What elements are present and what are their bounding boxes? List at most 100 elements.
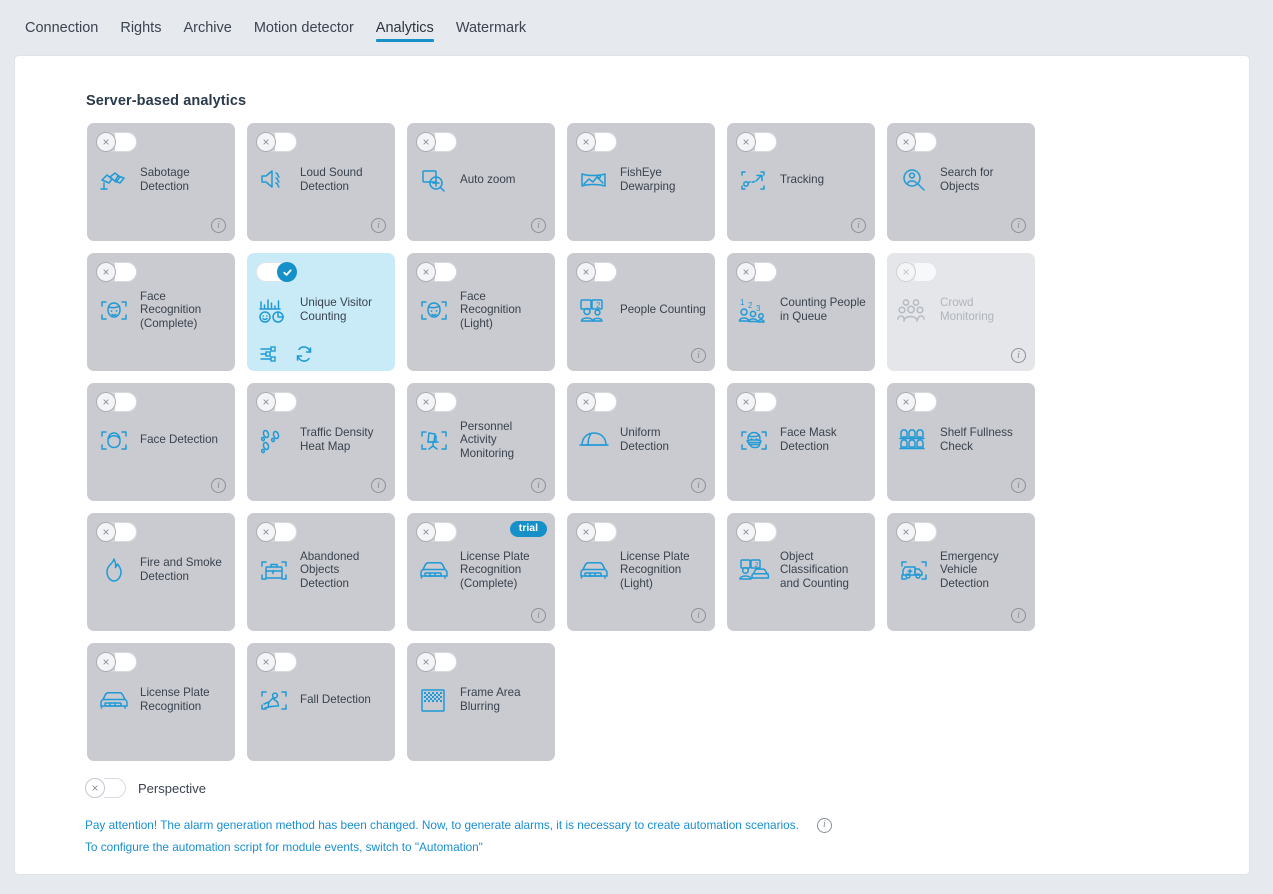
module-toggle-tracking[interactable] (736, 132, 777, 152)
toggle-track (755, 522, 777, 542)
tab-analytics[interactable]: Analytics (365, 20, 445, 48)
info-icon[interactable]: i (1011, 348, 1026, 363)
module-card-object-classification-and-counting[interactable]: 2 Object Classification and Counting (727, 513, 875, 631)
module-toggle-traffic-density-heat-map[interactable] (256, 392, 297, 412)
module-toggle-crowd-monitoring[interactable] (896, 262, 937, 282)
module-card-body: Auto zoom (416, 157, 549, 203)
refresh-icon[interactable] (294, 344, 314, 364)
info-icon[interactable]: i (851, 218, 866, 233)
info-icon[interactable]: i (691, 348, 706, 363)
module-card-shelf-fullness-check[interactable]: Shelf Fullness Check i (887, 383, 1035, 501)
info-icon[interactable]: i (816, 817, 832, 833)
module-toggle-face-recognition-complete[interactable] (96, 262, 137, 282)
module-toggle-uniform-detection[interactable] (576, 392, 617, 412)
info-icon[interactable]: i (531, 608, 546, 623)
module-card-loud-sound-detection[interactable]: Loud Sound Detection i (247, 123, 395, 241)
toggle-knob (576, 522, 596, 542)
module-card-unique-visitor-counting[interactable]: Unique Visitor Counting (247, 253, 395, 371)
module-card-auto-zoom[interactable]: Auto zoom i (407, 123, 555, 241)
toggle-knob (896, 522, 916, 542)
module-toggle-people-counting[interactable] (576, 262, 617, 282)
module-card-label: Loud Sound Detection (300, 166, 363, 193)
module-card-face-mask-detection[interactable]: Face Mask Detection (727, 383, 875, 501)
info-icon[interactable]: i (211, 218, 226, 233)
info-icon[interactable]: i (531, 478, 546, 493)
module-card-label: License Plate Recognition (Light) (620, 549, 690, 590)
module-toggle-face-mask-detection[interactable] (736, 392, 777, 412)
module-card-body: FishEye Dewarping (576, 157, 709, 203)
info-icon[interactable]: i (211, 478, 226, 493)
module-card-body: Uniform Detection (576, 417, 709, 463)
tab-archive[interactable]: Archive (172, 20, 242, 48)
module-card-license-plate-recognition[interactable]: License Plate Recognition (87, 643, 235, 761)
face-recognition-icon (416, 291, 452, 329)
module-toggle-license-plate-recognition-light[interactable] (576, 522, 617, 542)
module-toggle-emergency-vehicle-detection[interactable] (896, 522, 937, 542)
toggle-track (115, 652, 137, 672)
info-icon[interactable]: i (1011, 478, 1026, 493)
module-toggle-counting-people-in-queue[interactable] (736, 262, 777, 282)
module-toggle-shelf-fullness-check[interactable] (896, 392, 937, 412)
module-card-fall-detection[interactable]: Fall Detection (247, 643, 395, 761)
module-toggle-object-classification-and-counting[interactable] (736, 522, 777, 542)
module-card-frame-area-blurring[interactable]: Frame Area Blurring (407, 643, 555, 761)
tab-watermark[interactable]: Watermark (445, 20, 537, 48)
module-card-fisheye-dewarping[interactable]: FishEye Dewarping (567, 123, 715, 241)
module-toggle-abandoned-objects-detection[interactable] (256, 522, 297, 542)
info-icon[interactable]: i (531, 218, 546, 233)
module-card-tracking[interactable]: Tracking i (727, 123, 875, 241)
module-toggle-sabotage-detection[interactable] (96, 132, 137, 152)
module-card-uniform-detection[interactable]: Uniform Detection i (567, 383, 715, 501)
license-plate-icon (416, 551, 452, 589)
module-toggle-personnel-activity-monitoring[interactable] (416, 392, 457, 412)
module-card-search-for-objects[interactable]: Search for Objects i (887, 123, 1035, 241)
frame-blurring-icon (416, 681, 452, 719)
module-card-face-recognition-complete[interactable]: Face Recognition (Complete) (87, 253, 235, 371)
module-card-personnel-activity-monitoring[interactable]: Personnel Activity Monitoring i (407, 383, 555, 501)
info-icon[interactable]: i (691, 608, 706, 623)
module-card-fire-and-smoke-detection[interactable]: Fire and Smoke Detection (87, 513, 235, 631)
module-toggle-unique-visitor-counting[interactable] (256, 262, 297, 282)
module-toggle-loud-sound-detection[interactable] (256, 132, 297, 152)
module-card-label: People Counting (620, 303, 706, 317)
module-card-people-counting[interactable]: 2 People Counting i (567, 253, 715, 371)
perspective-row[interactable]: Perspective (85, 778, 206, 798)
tab-connection[interactable]: Connection (14, 20, 109, 48)
module-card-label: Traffic Density Heat Map (300, 426, 374, 453)
module-card-license-plate-recognition-light[interactable]: License Plate Recognition (Light) i (567, 513, 715, 631)
info-icon[interactable]: i (1011, 608, 1026, 623)
info-icon[interactable]: i (371, 218, 386, 233)
perspective-toggle[interactable] (85, 778, 126, 798)
info-icon[interactable]: i (371, 478, 386, 493)
tab-motion-detector[interactable]: Motion detector (243, 20, 365, 48)
module-toggle-fire-and-smoke-detection[interactable] (96, 522, 137, 542)
module-toggle-license-plate-recognition-complete[interactable] (416, 522, 457, 542)
info-icon[interactable]: i (691, 478, 706, 493)
module-card-license-plate-recognition-complete[interactable]: trial License Plate Recognition (Complete… (407, 513, 555, 631)
svg-text:3: 3 (756, 304, 761, 313)
toggle-knob (896, 132, 916, 152)
module-card-body: Shelf Fullness Check (896, 417, 1029, 463)
module-toggle-frame-area-blurring[interactable] (416, 652, 457, 672)
module-card-traffic-density-heat-map[interactable]: Traffic Density Heat Map i (247, 383, 395, 501)
settings-icon[interactable] (258, 344, 278, 364)
module-toggle-fall-detection[interactable] (256, 652, 297, 672)
module-card-face-recognition-light[interactable]: Face Recognition (Light) (407, 253, 555, 371)
module-card-sabotage-detection[interactable]: Sabotage Detection i (87, 123, 235, 241)
module-toggle-auto-zoom[interactable] (416, 132, 457, 152)
face-recognition-icon (96, 291, 132, 329)
toggle-track (915, 392, 937, 412)
module-toggle-face-detection[interactable] (96, 392, 137, 412)
module-toggle-fisheye-dewarping[interactable] (576, 132, 617, 152)
module-toggle-license-plate-recognition[interactable] (96, 652, 137, 672)
info-icon[interactable]: i (1011, 218, 1026, 233)
module-card-crowd-monitoring[interactable]: Crowd Monitoring i (887, 253, 1035, 371)
module-toggle-face-recognition-light[interactable] (416, 262, 457, 282)
module-card-face-detection[interactable]: Face Detection i (87, 383, 235, 501)
toggle-knob (256, 392, 276, 412)
module-card-emergency-vehicle-detection[interactable]: Emergency Vehicle Detection i (887, 513, 1035, 631)
module-toggle-search-for-objects[interactable] (896, 132, 937, 152)
module-card-abandoned-objects-detection[interactable]: Abandoned Objects Detection (247, 513, 395, 631)
module-card-counting-people-in-queue[interactable]: 123 Counting People in Queue (727, 253, 875, 371)
tab-rights[interactable]: Rights (109, 20, 172, 48)
